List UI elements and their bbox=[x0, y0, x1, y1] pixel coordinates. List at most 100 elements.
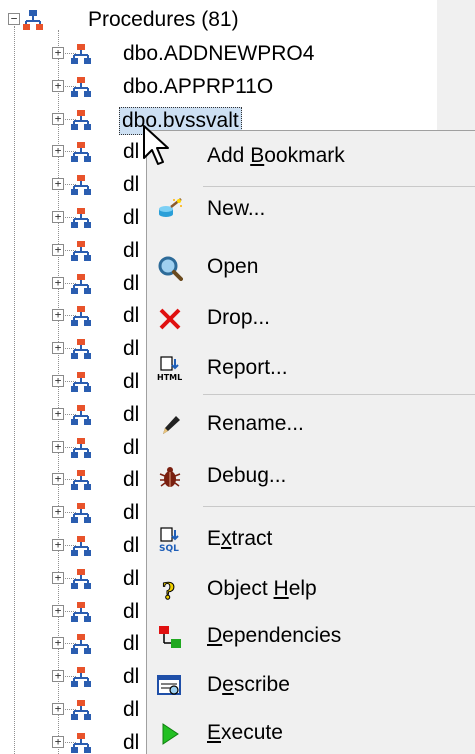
tree-node-label[interactable]: dl bbox=[123, 467, 139, 493]
tree-node-label[interactable]: dl bbox=[123, 139, 139, 165]
collapse-toggle[interactable]: − bbox=[8, 13, 20, 25]
magnifier-icon bbox=[157, 255, 183, 281]
menu-item-execute[interactable]: Execute bbox=[147, 710, 475, 754]
stored-procedure-icon bbox=[71, 339, 91, 360]
tree-node-label[interactable]: dl bbox=[123, 730, 139, 754]
tree-node-label[interactable]: dl bbox=[123, 500, 139, 526]
tree-node-label[interactable]: dl bbox=[123, 369, 139, 395]
menu-item-label: Report... bbox=[207, 356, 288, 379]
expand-toggle[interactable]: + bbox=[52, 47, 64, 59]
stored-procedure-icon bbox=[71, 404, 91, 425]
stored-procedure-icon bbox=[71, 142, 91, 163]
menu-item-label: New... bbox=[207, 197, 266, 220]
tree-node-label[interactable]: dl bbox=[123, 599, 139, 625]
expand-toggle[interactable]: + bbox=[52, 735, 64, 748]
expand-toggle[interactable]: + bbox=[52, 342, 64, 355]
tree-node-label[interactable]: dl bbox=[123, 303, 139, 329]
expand-toggle[interactable]: + bbox=[52, 637, 64, 650]
expand-toggle[interactable]: + bbox=[52, 276, 64, 289]
expand-toggle[interactable]: + bbox=[52, 112, 64, 125]
tree-node-label[interactable]: dl bbox=[123, 205, 139, 231]
menu-item-label: Extract bbox=[207, 527, 273, 550]
tree-node-label[interactable]: dl bbox=[123, 238, 139, 264]
sql-extract-icon: SQL bbox=[157, 527, 183, 553]
tree-node-label[interactable]: dl bbox=[123, 533, 139, 559]
menu-separator bbox=[203, 506, 475, 507]
stored-procedure-icon bbox=[71, 44, 91, 64]
expand-toggle[interactable]: + bbox=[52, 670, 64, 683]
menu-item-label: Debug... bbox=[207, 464, 287, 487]
stored-procedure-icon bbox=[71, 208, 91, 228]
menu-item-label: Dependencies bbox=[207, 624, 342, 647]
menu-item-add-bookmark[interactable]: Add Bookmark bbox=[147, 133, 475, 181]
stored-procedure-icon bbox=[71, 240, 91, 261]
tree-node-label[interactable]: Procedures (81) bbox=[88, 7, 239, 33]
expand-toggle[interactable]: + bbox=[52, 375, 64, 387]
menu-separator bbox=[203, 394, 475, 395]
menu-item-debug[interactable]: Debug... bbox=[147, 453, 475, 501]
expand-toggle[interactable]: + bbox=[52, 178, 64, 191]
question-icon: ? bbox=[157, 577, 183, 604]
svg-text:?: ? bbox=[162, 579, 175, 603]
tree-node-procedure[interactable]: + dbo.ADDNEWPRO4 bbox=[0, 38, 437, 70]
stored-procedure-icon bbox=[71, 503, 91, 524]
expand-toggle[interactable]: + bbox=[52, 211, 64, 223]
menu-item-report[interactable]: HTML Report... bbox=[147, 345, 475, 393]
menu-item-open[interactable]: Open bbox=[147, 244, 475, 292]
menu-item-describe[interactable]: Describe bbox=[147, 662, 475, 710]
tree-node-label[interactable]: dbo.APPRP11O bbox=[123, 74, 273, 100]
menu-item-label: Describe bbox=[207, 673, 290, 696]
expand-toggle[interactable]: + bbox=[52, 309, 64, 322]
menu-item-object-help[interactable]: ? Object Help bbox=[147, 566, 475, 614]
expand-toggle[interactable]: + bbox=[52, 571, 64, 584]
tree-node-label[interactable]: dl bbox=[123, 566, 139, 592]
expand-toggle[interactable]: + bbox=[52, 703, 64, 715]
stored-procedure-icon bbox=[71, 372, 91, 392]
tree-node-procedures[interactable]: − Procedures (81) bbox=[0, 4, 437, 36]
menu-item-drop[interactable]: Drop... bbox=[147, 295, 475, 343]
html-report-icon: HTML bbox=[157, 356, 183, 382]
stored-procedure-icon bbox=[71, 175, 91, 196]
stored-procedure-icon bbox=[71, 700, 91, 720]
menu-item-new[interactable]: New... bbox=[147, 186, 475, 234]
expand-toggle[interactable]: + bbox=[52, 79, 64, 92]
tree-node-procedure[interactable]: + dbo.APPRP11O bbox=[0, 71, 437, 103]
expand-toggle[interactable]: + bbox=[52, 604, 64, 617]
tree-node-label[interactable]: dl bbox=[123, 631, 139, 657]
menu-item-label: Add Bookmark bbox=[207, 144, 345, 167]
expand-toggle[interactable]: + bbox=[52, 473, 64, 486]
svg-text:SQL: SQL bbox=[159, 544, 179, 553]
expand-toggle[interactable]: + bbox=[52, 539, 64, 551]
menu-item-label: Execute bbox=[207, 721, 283, 744]
dependencies-icon bbox=[157, 624, 183, 650]
expand-toggle[interactable]: + bbox=[52, 145, 64, 158]
tree-node-label[interactable]: dl bbox=[123, 435, 139, 461]
expand-toggle[interactable]: + bbox=[52, 407, 64, 420]
expand-toggle[interactable]: + bbox=[52, 506, 64, 519]
tree-node-label[interactable]: dl bbox=[123, 172, 139, 198]
menu-item-extract[interactable]: SQL Extract bbox=[147, 516, 475, 564]
tree-node-label[interactable]: dl bbox=[123, 402, 139, 428]
svg-text:HTML: HTML bbox=[157, 373, 182, 382]
tree-node-label[interactable]: dl bbox=[123, 664, 139, 690]
pencil-icon bbox=[157, 412, 183, 438]
procedure-folder-icon bbox=[23, 10, 43, 30]
menu-item-label: Object Help bbox=[207, 577, 317, 600]
stored-procedure-icon bbox=[71, 601, 91, 622]
tree-node-label[interactable]: dl bbox=[123, 271, 139, 297]
expand-toggle[interactable]: + bbox=[52, 243, 64, 256]
stored-procedure-icon bbox=[71, 109, 91, 130]
menu-item-label: Drop... bbox=[207, 306, 271, 329]
menu-item-label: Open bbox=[207, 255, 259, 278]
tree-node-label[interactable]: dbo.ADDNEWPRO4 bbox=[123, 41, 314, 67]
expand-toggle[interactable]: + bbox=[52, 440, 64, 453]
menu-item-rename[interactable]: Rename... bbox=[147, 401, 475, 449]
new-object-icon bbox=[157, 197, 183, 223]
menu-item-dependencies[interactable]: Dependencies bbox=[147, 613, 475, 661]
context-menu: Add Bookmark New... Open Drop... HTML Rep… bbox=[146, 130, 475, 754]
stored-procedure-icon bbox=[71, 273, 91, 294]
mouse-cursor-icon bbox=[143, 125, 169, 165]
menu-item-label: Rename... bbox=[207, 412, 304, 435]
tree-node-label[interactable]: dl bbox=[123, 697, 139, 723]
tree-node-label[interactable]: dl bbox=[123, 336, 139, 362]
